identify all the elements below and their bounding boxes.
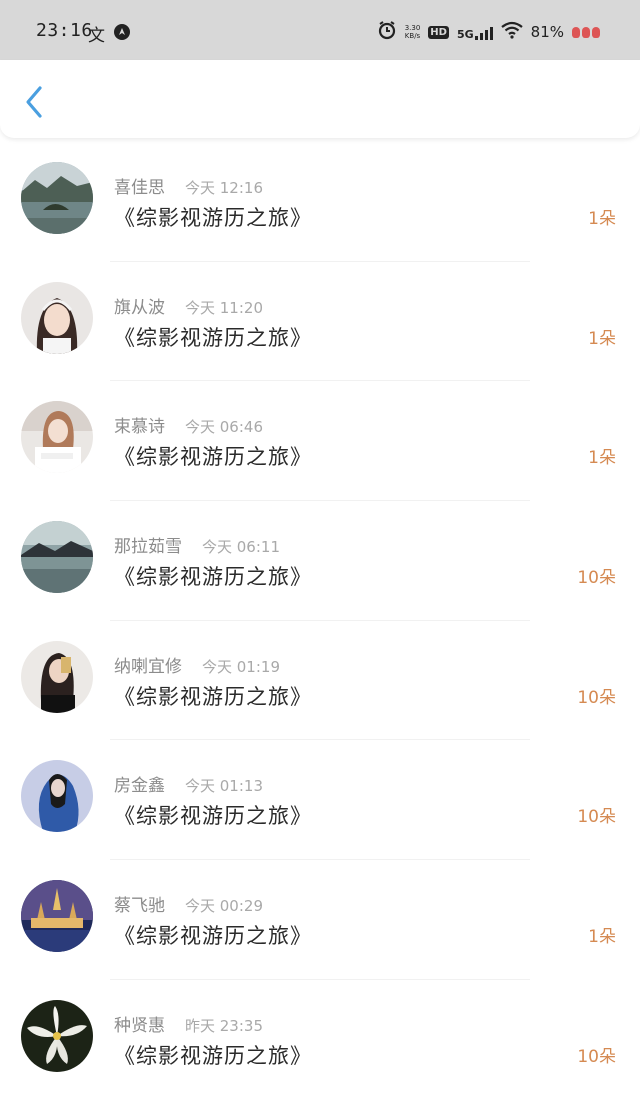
book-title: 《综影视游历之旅》 [114,924,312,949]
sender-name: 蔡飞驰 [114,896,165,917]
avatar[interactable] [21,640,93,713]
avatar[interactable] [21,760,93,833]
flower-count: 1朵 [588,448,616,469]
list-item[interactable]: 喜佳思 今天 12:16 《综影视游历之旅》 1朵 [0,142,640,262]
network-type: 5G [456,28,474,41]
send-time: 今天 01:19 [202,657,280,676]
send-time: 今天 11:20 [185,298,263,317]
list-item[interactable]: 那拉茹雪 今天 06:11 《综影视游历之旅》 10朵 [0,501,640,621]
list-item[interactable]: 蔡飞驰 今天 00:29 《综影视游历之旅》 1朵 [0,860,640,980]
sender-info: 纳喇宜修 今天 01:19 [114,652,280,677]
sender-name: 旗从波 [114,297,165,318]
book-title: 《综影视游历之旅》 [114,684,312,709]
book-title: 《综影视游历之旅》 [114,445,312,470]
gift-record-list: 喜佳思 今天 12:16 《综影视游历之旅》 1朵 旗从波 今天 11:20 《综影… [0,142,640,1100]
back-button[interactable] [20,84,50,120]
flower-count: 10朵 [577,807,616,828]
sender-name: 喜佳思 [114,178,165,198]
list-item[interactable]: 束慕诗 今天 06:46 《综影视游历之旅》 1朵 [0,381,640,502]
book-title: 《综影视游历之旅》 [114,1043,312,1068]
avatar[interactable] [21,281,93,354]
hd-badge: HD [428,25,449,39]
avatar[interactable] [21,162,93,234]
list-item[interactable]: 种贤惠 昨天 23:35 《综影视游历之旅》 10朵 [0,980,640,1100]
book-title: 《综影视游历之旅》 [114,206,312,230]
send-time: 今天 06:46 [185,418,263,437]
sender-info: 蔡飞驰 今天 00:29 [114,891,263,916]
chevron-left-icon [26,86,42,118]
sender-info: 那拉茹雪 今天 06:11 [114,532,280,557]
send-time: 今天 01:13 [185,777,263,796]
sender-info: 喜佳思 今天 12:16 [114,173,263,198]
notification-text-icon: 文 [88,26,105,46]
navigation-icon [113,23,131,45]
network-speed: 3.30 KB/s [405,24,421,40]
sender-name: 束慕诗 [114,417,165,438]
sender-name: 种贤惠 [114,1015,165,1036]
book-title: 《综影视游历之旅》 [114,804,312,829]
list-item[interactable]: 纳喇宜修 今天 01:19 《综影视游历之旅》 10朵 [0,621,640,741]
list-item[interactable]: 旗从波 今天 11:20 《综影视游历之旅》 1朵 [0,262,640,382]
list-item[interactable]: 房金鑫 今天 01:13 《综影视游历之旅》 10朵 [0,740,640,861]
book-title: 《综影视游历之旅》 [114,325,312,350]
sender-name: 房金鑫 [114,776,165,797]
battery-icon [572,26,600,38]
flower-count: 10朵 [577,568,616,589]
sender-info: 旗从波 今天 11:20 [114,293,263,318]
speed-unit: KB/s [404,32,421,40]
signal-bars-icon [474,24,493,40]
top-bar [0,60,640,138]
wifi-icon [500,21,523,43]
status-bar: 23:16 文 3.30 KB/s HD 5G 81% [0,0,640,60]
send-time: 今天 00:29 [185,897,263,916]
book-title: 《综影视游历之旅》 [114,565,312,590]
avatar[interactable] [21,999,93,1072]
sender-name: 纳喇宜修 [114,656,182,677]
sender-info: 种贤惠 昨天 23:35 [114,1011,263,1036]
flower-count: 1朵 [588,328,616,349]
alarm-icon [377,20,397,44]
avatar[interactable] [21,521,93,594]
flower-count: 10朵 [577,687,616,708]
avatar[interactable] [21,880,93,953]
send-time: 今天 12:16 [185,179,263,197]
send-time: 今天 06:11 [202,538,280,557]
sender-info: 房金鑫 今天 01:13 [114,771,263,796]
send-time: 昨天 23:35 [185,1016,263,1035]
flower-count: 1朵 [588,927,616,948]
status-time: 23:16 [36,20,93,41]
flower-count: 1朵 [588,209,616,229]
speed-value: 3.30 [404,24,421,32]
signal-indicator: 5G [457,24,493,40]
battery-level: 81% [530,23,564,41]
sender-name: 那拉茹雪 [114,537,182,558]
flower-count: 10朵 [577,1046,616,1067]
sender-info: 束慕诗 今天 06:46 [114,412,263,437]
avatar[interactable] [21,401,93,474]
